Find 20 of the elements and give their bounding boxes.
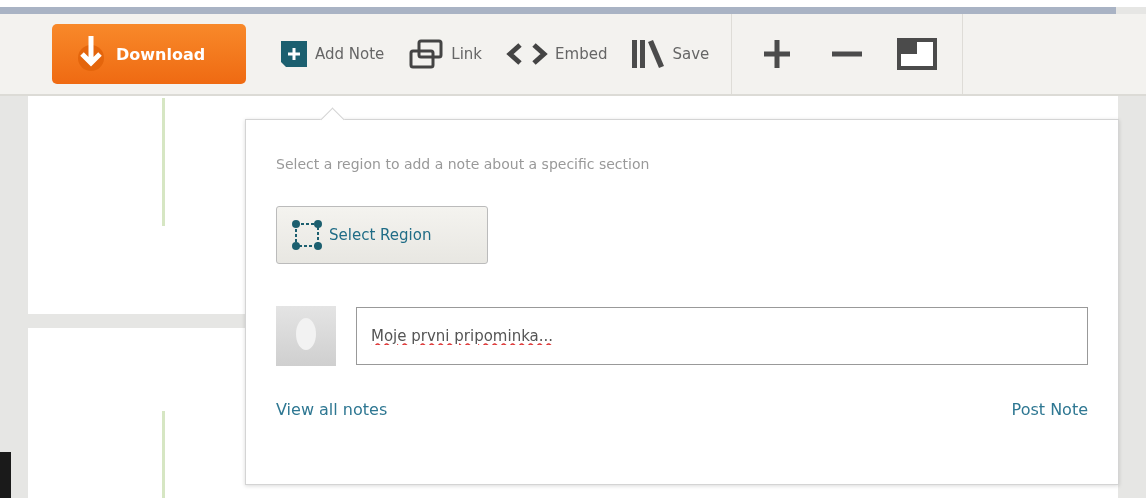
select-region-button[interactable]: Select Region: [276, 206, 488, 264]
link-icon: [408, 39, 445, 69]
code-brackets-icon: [506, 42, 549, 66]
selection-box-icon: [291, 220, 323, 250]
link-button[interactable]: Link: [396, 24, 495, 84]
add-note-button[interactable]: Add Note: [268, 24, 397, 84]
view-all-notes-link[interactable]: View all notes: [276, 400, 388, 419]
note-plus-icon: [280, 40, 308, 68]
minus-icon: [832, 51, 863, 57]
fit-page-icon: [897, 38, 938, 70]
embed-button[interactable]: Embed: [494, 24, 620, 84]
save-button[interactable]: Save: [619, 24, 722, 84]
plus-icon: [763, 39, 792, 69]
post-note-link[interactable]: Post Note: [1011, 400, 1088, 419]
download-arrow-icon: [76, 36, 106, 72]
download-button[interactable]: Download: [52, 24, 246, 84]
hint-text: Select a region to add a note about a specific section: [276, 156, 651, 172]
dark-panel: [0, 452, 11, 498]
note-input[interactable]: Moje prvni pripominka...: [356, 307, 1088, 365]
library-icon: [631, 39, 666, 69]
